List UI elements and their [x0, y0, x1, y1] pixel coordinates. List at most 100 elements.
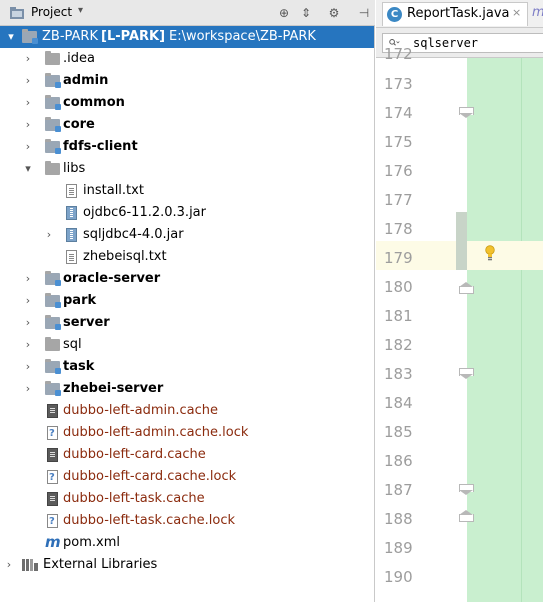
locate-file-icon[interactable]: ⊕	[276, 5, 292, 21]
folder-icon	[45, 161, 60, 175]
module-folder-icon	[45, 95, 61, 110]
chevron-right-icon[interactable]: ›	[22, 70, 34, 92]
chevron-down-icon[interactable]: ▾	[22, 158, 34, 180]
tree-item-common[interactable]: › common	[0, 92, 374, 114]
line-number: 184	[384, 394, 413, 412]
tree-item-dubbo-left-admin-cache-lock[interactable]: dubbo-left-admin.cache.lock	[0, 422, 374, 445]
module-folder-icon	[45, 381, 61, 396]
line-number: 175	[384, 133, 413, 151]
tree-item-label: common	[63, 95, 125, 110]
tree-item-label: zhebeisql.txt	[83, 249, 167, 264]
tree-item-server[interactable]: › server	[0, 312, 374, 334]
tree-item-label: libs	[63, 161, 86, 176]
tree-item-install-txt[interactable]: install.txt	[0, 180, 374, 202]
cache-file-icon	[47, 492, 58, 506]
line-number: 185	[384, 423, 413, 441]
fold-icon[interactable]	[459, 282, 474, 297]
tree-item-task[interactable]: › task	[0, 356, 374, 378]
tree-item-external-libraries[interactable]: › External Libraries	[0, 554, 374, 576]
tree-item-dubbo-left-admin-cache[interactable]: dubbo-left-admin.cache	[0, 400, 374, 422]
tree-item-label: sql	[63, 337, 82, 352]
fold-icon[interactable]	[459, 484, 474, 495]
chevron-right-icon[interactable]: ›	[22, 48, 34, 70]
tree-item-label: dubbo-left-task.cache.lock	[63, 513, 235, 528]
chevron-down-icon[interactable]: ▾	[78, 5, 83, 16]
unknown-file-icon	[47, 467, 58, 489]
tab-label: ReportTask.java	[407, 6, 510, 21]
chevron-right-icon[interactable]: ›	[22, 268, 34, 290]
editor-area: C ReportTask.java × m 172 173 174 175 17…	[376, 0, 543, 602]
chevron-down-icon[interactable]: ▾	[5, 26, 17, 48]
tree-item-fdfs-client[interactable]: › fdfs-client	[0, 136, 374, 158]
tree-item-admin[interactable]: › admin	[0, 70, 374, 92]
fold-icon[interactable]	[459, 510, 474, 525]
tree-item-dubbo-left-task-cache-lock[interactable]: dubbo-left-task.cache.lock	[0, 510, 374, 533]
maven-icon[interactable]: m	[532, 5, 543, 20]
chevron-right-icon[interactable]: ›	[22, 92, 34, 114]
module-folder-icon	[45, 359, 61, 374]
chevron-right-icon[interactable]: ›	[22, 334, 34, 356]
tree-item-label: ojdbc6-11.2.0.3.jar	[83, 205, 206, 220]
tree-item-sql[interactable]: › sql	[0, 334, 374, 356]
change-marker	[456, 212, 467, 270]
tree-item-dubbo-left-task-cache[interactable]: dubbo-left-task.cache	[0, 488, 374, 510]
gear-icon[interactable]: ⚙	[326, 5, 342, 21]
tree-root-zb-park[interactable]: ▾ ZB-PARK [L-PARK] E:\workspace\ZB-PARK	[0, 26, 374, 48]
fold-icon[interactable]	[459, 368, 474, 379]
unknown-file-icon	[47, 511, 58, 533]
search-input[interactable]	[413, 35, 541, 51]
chevron-right-icon[interactable]: ›	[22, 312, 34, 334]
tree-item-label: server	[63, 315, 110, 330]
collapse-all-icon[interactable]: ⇕	[298, 5, 314, 21]
line-number: 182	[384, 336, 413, 354]
tree-item-dubbo-left-card-cache-lock[interactable]: dubbo-left-card.cache.lock	[0, 466, 374, 489]
root-path: E:\workspace\ZB-PARK	[169, 29, 316, 44]
tree-item-oracle-server[interactable]: › oracle-server	[0, 268, 374, 290]
line-number: 173	[384, 75, 413, 93]
chevron-right-icon[interactable]: ›	[3, 554, 15, 576]
close-icon[interactable]: ×	[512, 6, 521, 19]
tree-item-label: task	[63, 359, 95, 374]
tree-item-zhebei-server[interactable]: › zhebei-server	[0, 378, 374, 400]
line-number: 189	[384, 539, 413, 557]
editor-tab-bar: C ReportTask.java × m	[376, 0, 543, 28]
chevron-right-icon[interactable]: ›	[22, 114, 34, 136]
module-folder-icon	[45, 73, 61, 88]
tree-item-zhebeisql-txt[interactable]: zhebeisql.txt	[0, 246, 374, 268]
tree-item-label: dubbo-left-admin.cache	[63, 403, 218, 418]
tree-item-libs[interactable]: ▾ libs	[0, 158, 374, 180]
chevron-right-icon[interactable]: ›	[22, 356, 34, 378]
chevron-right-icon[interactable]: ›	[43, 224, 55, 246]
chevron-right-icon[interactable]: ›	[22, 378, 34, 400]
tree-item-dubbo-left-card-cache[interactable]: dubbo-left-card.cache	[0, 444, 374, 466]
chevron-right-icon[interactable]: ›	[22, 290, 34, 312]
tree-item-sqljdbc4-jar[interactable]: › sqljdbc4-4.0.jar	[0, 224, 374, 246]
module-folder-icon	[45, 293, 61, 308]
line-number: 174	[384, 104, 413, 122]
tree-item-label: oracle-server	[63, 271, 161, 286]
editor-gutter: 172 173 174 175 176 177 178 179 180 181 …	[376, 45, 543, 602]
fold-icon[interactable]	[459, 107, 474, 118]
folder-icon	[45, 337, 60, 351]
chevron-right-icon[interactable]: ›	[22, 136, 34, 158]
module-folder-icon	[45, 139, 61, 154]
line-number: 186	[384, 452, 413, 470]
hide-panel-icon[interactable]: ⊣	[356, 5, 372, 21]
lightbulb-icon[interactable]	[485, 245, 495, 261]
tree-item-label: core	[63, 117, 95, 132]
tree-item-pom-xml[interactable]: m pom.xml	[0, 532, 374, 554]
tree-item-core[interactable]: › core	[0, 114, 374, 136]
line-number-current: 179	[384, 249, 413, 267]
tree-item-label: park	[63, 293, 97, 308]
project-view-selector[interactable]: Project	[31, 5, 72, 19]
tree-item-label: dubbo-left-card.cache	[63, 447, 206, 462]
tab-report-task[interactable]: C ReportTask.java ×	[382, 2, 528, 26]
line-number: 188	[384, 510, 413, 528]
tree-item-label: dubbo-left-card.cache.lock	[63, 469, 237, 484]
tree-item-idea[interactable]: › .idea	[0, 48, 374, 70]
jar-file-icon	[66, 206, 77, 220]
text-file-icon	[66, 184, 77, 198]
tree-item-ojdbc6-jar[interactable]: ojdbc6-11.2.0.3.jar	[0, 202, 374, 224]
line-number: 181	[384, 307, 413, 325]
tree-item-park[interactable]: › park	[0, 290, 374, 312]
